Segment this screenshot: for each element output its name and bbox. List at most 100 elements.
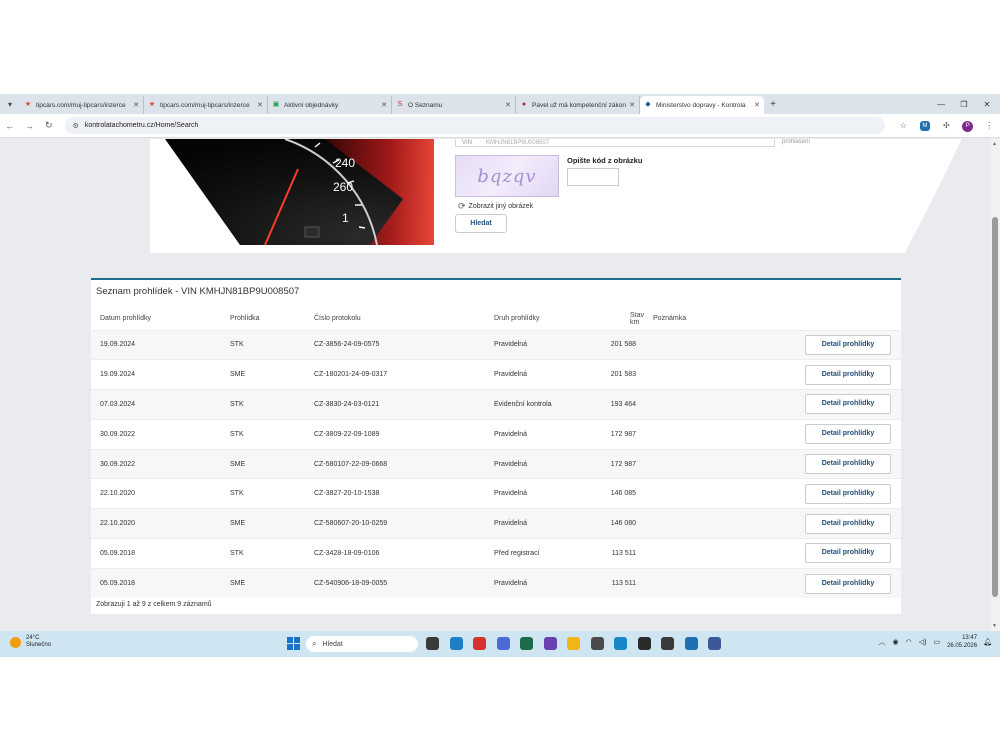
wifi-icon[interactable]: ◠ — [906, 638, 912, 646]
column-header-inspection: Prohlídka — [230, 315, 260, 323]
browser-tab-5[interactable]: ● Pavel už má kompetenční zákon ✕ — [516, 96, 640, 114]
cell-km: 201 583 — [605, 359, 645, 390]
cell-kind: Pravidelná — [485, 448, 605, 479]
taskbar-app-icon[interactable] — [496, 637, 510, 650]
browser-tab-4[interactable]: S O Seznamu ✕ — [392, 96, 516, 114]
detail-inspection-button[interactable]: Detail prohlídky — [805, 454, 891, 475]
column-header-km: Stav km — [630, 311, 645, 326]
tab-close-icon[interactable]: ✕ — [133, 101, 139, 109]
results-title: Seznam prohlídek - VIN KMHJN81BP9U008507 — [96, 286, 300, 297]
tab-close-icon[interactable]: ✕ — [257, 101, 263, 109]
scroll-up-arrow-icon[interactable]: ▲ — [992, 141, 997, 147]
cell-inspection: SME — [221, 567, 305, 599]
bookmark-star-icon[interactable]: ☆ — [893, 121, 914, 130]
back-arrow-icon[interactable]: ← — [0, 121, 20, 131]
tab-favicon-icon: S — [397, 101, 403, 108]
taskbar-app-icon[interactable] — [684, 637, 698, 650]
declaration-link[interactable]: prohlášení — [782, 139, 810, 145]
tab-close-icon[interactable]: ✕ — [754, 101, 760, 109]
cell-inspection: STK — [221, 478, 305, 509]
new-tab-plus-icon[interactable]: + — [764, 99, 782, 110]
url-text: kontrolatachometru.cz/Home/Search — [84, 122, 199, 129]
tray-app-icon[interactable]: ◉ — [893, 638, 899, 646]
tray-chevron-up-icon[interactable]: ︿ — [879, 637, 886, 647]
browser-tab-3[interactable]: ▣ Aktivní objednávky ✕ — [268, 96, 392, 114]
clock-time: 13:47 — [962, 635, 978, 641]
taskbar-app-icon[interactable] — [708, 637, 721, 650]
detail-inspection-button[interactable]: Detail prohlídky — [805, 364, 891, 385]
cell-date: 05.09.2018 — [91, 538, 221, 569]
cell-kind: Pravidelná — [485, 478, 605, 509]
close-window-icon[interactable]: ✕ — [974, 94, 1000, 114]
tab-close-icon[interactable]: ✕ — [505, 101, 511, 109]
taskbar-app-icon[interactable] — [543, 637, 557, 650]
cell-kind: Pravidelná — [485, 329, 605, 360]
weather-widget[interactable]: 24°C Slunečno — [10, 635, 51, 649]
cell-date: 22.10.2020 — [91, 508, 221, 539]
detail-inspection-button[interactable]: Detail prohlídky — [805, 513, 891, 534]
cell-note — [644, 508, 735, 539]
page-scrollbar[interactable]: ▲ ▼ — [990, 139, 1000, 631]
reload-icon[interactable]: ↻ — [39, 120, 59, 131]
results-count: Zobrazuji 1 až 9 z celkem 9 záznamů — [96, 601, 212, 608]
refresh-captcha-link[interactable]: ⟳ Zobrazit jiný obrázek — [458, 201, 533, 212]
captcha-image-text: bqzqv — [477, 165, 537, 187]
clock[interactable]: 13:47 26.05.2026 — [947, 634, 977, 650]
cell-date: 30.09.2022 — [91, 448, 221, 479]
detail-inspection-button[interactable]: Detail prohlídky — [805, 334, 891, 355]
taskbar-app-icon[interactable] — [567, 637, 580, 650]
tab-search-chevron-icon[interactable]: ▾ — [0, 94, 20, 114]
table-row: 22.10.2020 SME CZ-580607-20-10-0259 Pravide… — [91, 508, 901, 539]
cell-inspection: SME — [221, 448, 305, 479]
windows-start-icon[interactable] — [287, 637, 300, 650]
url-omnibox[interactable]: ⚙ kontrolatachometru.cz/Home/Search — [64, 117, 885, 134]
cell-action: Detail prohlídky — [734, 508, 901, 539]
search-button[interactable]: Hledat — [455, 214, 507, 233]
taskbar-app-icon[interactable] — [473, 637, 486, 650]
extension-icon[interactable]: M — [914, 120, 935, 131]
volume-icon[interactable]: ◁) — [919, 638, 927, 646]
cell-note — [644, 448, 735, 479]
notification-bell-icon[interactable]: 🔔︎ — [983, 638, 992, 646]
captcha-input[interactable] — [567, 168, 619, 186]
scrollbar-thumb[interactable] — [992, 217, 998, 597]
scroll-down-arrow-icon[interactable]: ▼ — [992, 623, 997, 629]
tab-close-icon[interactable]: ✕ — [629, 101, 635, 109]
page-content: 240 260 1 VIN KMHJN81BP9U008507 prohláše… — [0, 139, 990, 631]
menu-kebab-icon[interactable]: ⋮ — [979, 121, 1000, 130]
taskbar-app-icon[interactable] — [590, 637, 604, 650]
cell-km: 113 511 — [605, 538, 645, 569]
detail-inspection-button[interactable]: Detail prohlídky — [805, 424, 891, 445]
cell-note — [644, 478, 735, 509]
inspection-table: Datum prohlídky Prohlídka Číslo protokol… — [91, 308, 901, 599]
cell-inspection: SME — [221, 359, 305, 390]
taskbar-app-icon[interactable] — [661, 637, 674, 650]
site-settings-icon[interactable]: ⚙ — [73, 122, 79, 130]
profile-avatar[interactable]: P — [957, 120, 978, 132]
detail-inspection-button[interactable]: Detail prohlídky — [805, 394, 891, 415]
taskbar-app-icon[interactable] — [520, 637, 533, 650]
detail-inspection-button[interactable]: Detail prohlídky — [805, 543, 891, 564]
browser-tab-6[interactable]: ◆ Ministerstvo dopravy - Kontrola ✕ — [640, 96, 764, 114]
taskbar-app-icon[interactable] — [426, 637, 439, 650]
browser-tab-1[interactable]: ★ tipcars.com/muj-tipcars/inzerce ✕ — [20, 96, 144, 114]
forward-arrow-icon[interactable]: → — [20, 121, 40, 131]
taskbar-app-icon[interactable] — [449, 637, 463, 650]
svg-text:1: 1 — [342, 211, 349, 225]
browser-tab-2[interactable]: ★ tipcars.com/muj-tipcars/inzerce ✕ — [144, 96, 268, 114]
taskbar-app-icon[interactable] — [637, 637, 651, 650]
detail-inspection-button[interactable]: Detail prohlídky — [805, 483, 891, 504]
vin-input-row[interactable]: VIN KMHJN81BP9U008507 — [455, 139, 775, 147]
taskbar-app-icon[interactable] — [614, 637, 627, 650]
tab-favicon-icon: ★ — [24, 101, 32, 108]
tab-close-icon[interactable]: ✕ — [381, 101, 387, 109]
taskbar-search[interactable]: ⌕ Hledat — [306, 636, 418, 652]
table-row: 19.09.2024 SME CZ-180201-24-09-0317 Pravide… — [91, 359, 901, 390]
extensions-puzzle-icon[interactable]: ✣ — [936, 121, 957, 130]
battery-icon[interactable]: ▭ — [933, 638, 940, 646]
detail-inspection-button[interactable]: Detail prohlídky — [805, 573, 891, 594]
cell-protocol: CZ-540906-18-09-0055 — [305, 567, 485, 599]
tab-favicon-icon: ◆ — [645, 101, 651, 108]
weather-description: Slunečno — [26, 642, 52, 648]
table-row: 05.09.2018 SME CZ-540906-18-09-0055 Pravide… — [91, 567, 901, 599]
